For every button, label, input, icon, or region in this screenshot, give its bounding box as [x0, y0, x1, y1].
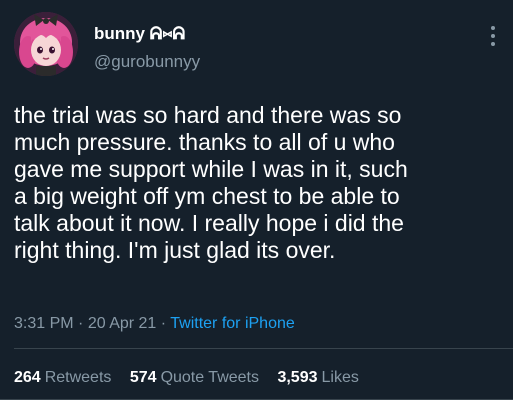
meta-separator: ·	[160, 315, 167, 332]
tweet-time[interactable]: 3:31 PM	[14, 315, 74, 332]
retweets-label: Retweets	[44, 369, 112, 386]
avatar-image	[14, 12, 78, 76]
tweet-stats: 264 Retweets 574 Quote Tweets 3,593 Likes	[14, 368, 373, 388]
avatar[interactable]	[14, 12, 78, 76]
quote-tweets-stat[interactable]: 574 Quote Tweets	[130, 368, 259, 388]
tweet-card: bunny ᕱ⑅ᕱ @gurobunnyy the trial was so h…	[0, 0, 513, 400]
tweet-date[interactable]: 20 Apr 21	[88, 315, 157, 332]
likes-stat[interactable]: 3,593 Likes	[277, 368, 358, 388]
quote-tweets-label: Quote Tweets	[160, 369, 259, 386]
tweet-source-link[interactable]: Twitter for iPhone	[170, 315, 295, 332]
display-name[interactable]: bunny ᕱ⑅ᕱ	[94, 24, 185, 44]
divider	[14, 348, 513, 349]
quote-tweets-count: 574	[129, 369, 157, 386]
meta-separator: ·	[78, 315, 84, 332]
tweet-meta: 3:31 PM · 20 Apr 21 · Twitter for iPhone	[14, 314, 295, 334]
tweet-text: the trial was so hard and there was so m…	[14, 102, 408, 263]
likes-label: Likes	[321, 369, 359, 386]
user-handle[interactable]: @gurobunnyy	[94, 52, 200, 72]
more-vertical-icon[interactable]	[489, 24, 497, 48]
likes-count: 3,593	[277, 369, 318, 386]
retweets-stat[interactable]: 264 Retweets	[14, 368, 111, 388]
retweets-count: 264	[14, 369, 41, 386]
